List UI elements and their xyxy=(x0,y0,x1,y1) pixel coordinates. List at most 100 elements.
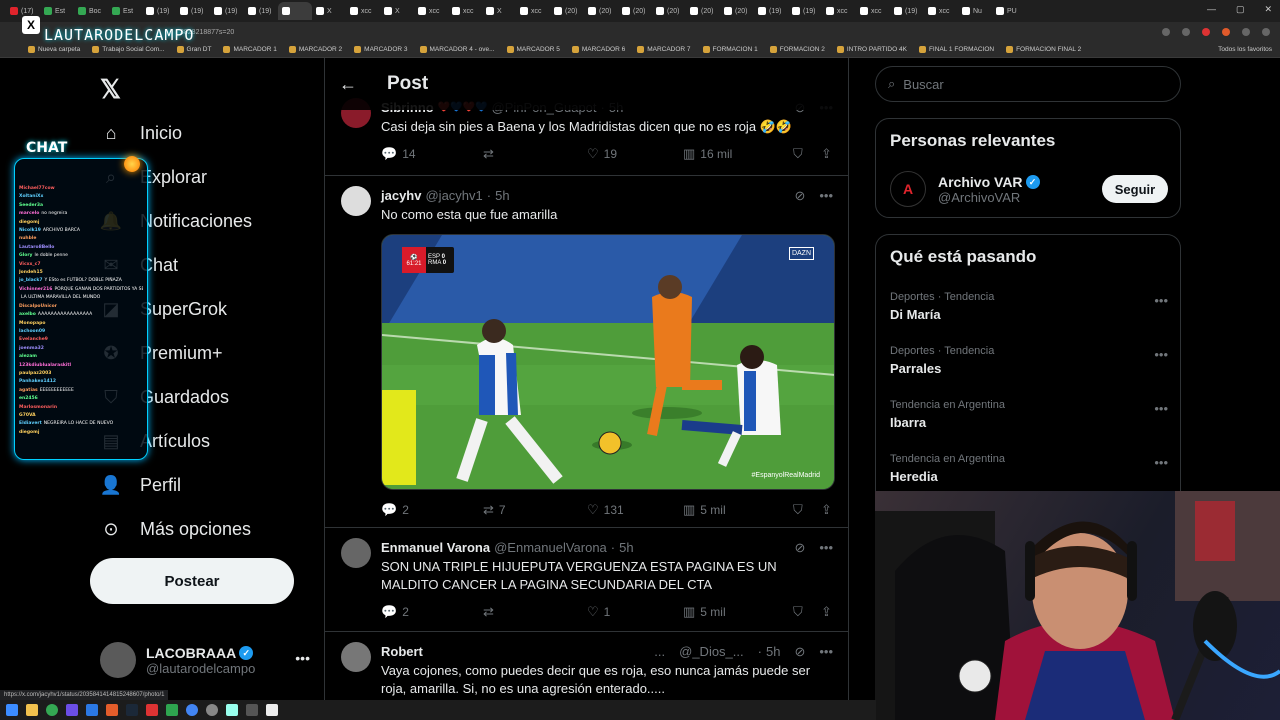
browser-tab[interactable]: (20) xyxy=(550,2,584,20)
extension-icon[interactable] xyxy=(1242,28,1250,36)
reply-button[interactable]: 💬 2 xyxy=(381,502,483,518)
tweet-author-name[interactable]: jacyhv xyxy=(381,188,421,203)
nav-item-inicio[interactable]: ⌂ Inicio xyxy=(100,122,182,144)
grok-icon[interactable]: ⊘ xyxy=(794,188,805,204)
app-icon[interactable] xyxy=(86,704,98,716)
avatar[interactable] xyxy=(341,642,371,672)
browser-tab[interactable]: xcc xyxy=(516,2,550,20)
trend-item[interactable]: Tendencia en Argentina Heredia ••• xyxy=(890,453,1168,484)
search-box[interactable]: ⌕ xyxy=(875,66,1181,102)
browser-tab[interactable]: xcc xyxy=(346,2,380,20)
browser-tab[interactable]: (20) xyxy=(584,2,618,20)
bookmark-item[interactable]: MARCADOR 6 xyxy=(571,46,625,53)
grok-icon[interactable]: ⊘ xyxy=(794,644,805,660)
tweet-author-handle[interactable]: @jacyhv1 xyxy=(425,188,482,203)
tweet-media-image[interactable]: ⚽ 61:21 ESP 0 RMA 0 DAZN #EspanyolRealMa… xyxy=(381,234,835,490)
all-bookmarks-link[interactable]: Todos los favoritos xyxy=(1218,46,1272,53)
browser-tab[interactable]: xcc xyxy=(856,2,890,20)
app-icon[interactable] xyxy=(66,704,78,716)
browser-tab[interactable]: (19) xyxy=(244,2,278,20)
more-dots-icon[interactable]: ••• xyxy=(295,650,310,666)
account-switcher[interactable]: LACOBRAAA ✓ @lautarodelcampo ••• xyxy=(100,642,310,678)
bookmark-item[interactable]: FORMACION 1 xyxy=(702,46,758,53)
bookmark-button[interactable]: ⛉ xyxy=(793,502,821,518)
app-icon[interactable] xyxy=(226,704,238,716)
post-button[interactable]: Postear xyxy=(90,558,294,604)
tweet-time[interactable]: 5h xyxy=(619,540,633,555)
extension-icon[interactable] xyxy=(1162,28,1170,36)
browser-tab[interactable]: (20) xyxy=(618,2,652,20)
bookmark-item[interactable]: Gran DT xyxy=(176,46,211,53)
browser-tab[interactable]: (19) xyxy=(754,2,788,20)
trend-item[interactable]: Deportes · Tendencia Parrales ••• xyxy=(890,345,1168,376)
tweet-author-handle[interactable]: @EnmanuelVarona xyxy=(494,540,607,555)
bookmark-item[interactable]: FORMACION FINAL 2 xyxy=(1006,46,1081,53)
bookmark-item[interactable]: MARCADOR 2 xyxy=(288,46,342,53)
back-arrow-icon[interactable]: ← xyxy=(339,74,359,95)
browser-tab[interactable]: (19) xyxy=(210,2,244,20)
app-icon[interactable] xyxy=(106,704,118,716)
browser-tab[interactable]: X xyxy=(312,2,346,20)
file-explorer-icon[interactable] xyxy=(26,704,38,716)
more-dots-icon[interactable]: ••• xyxy=(819,188,833,204)
browser-tab[interactable]: xcc xyxy=(924,2,958,20)
bookmark-item[interactable]: Nueva carpeta xyxy=(28,46,80,53)
views-button[interactable]: ▥ 5 mil xyxy=(683,604,793,620)
like-button[interactable]: ♡ 1 xyxy=(587,604,683,620)
search-input[interactable] xyxy=(903,76,1144,92)
extension-icon[interactable] xyxy=(1202,28,1210,36)
browser-tab[interactable]: (19) xyxy=(142,2,176,20)
archivo-var-avatar-icon[interactable]: A xyxy=(890,171,926,207)
browser-tab[interactable]: (19) xyxy=(176,2,210,20)
more-dots-icon[interactable]: ••• xyxy=(819,540,833,556)
grok-icon[interactable]: ⊘ xyxy=(794,540,805,556)
more-dots-icon[interactable]: ••• xyxy=(1154,401,1168,416)
avatar[interactable] xyxy=(341,186,371,216)
bookmark-item[interactable]: MARCADOR 3 xyxy=(354,46,408,53)
chrome-icon[interactable] xyxy=(46,704,58,716)
share-button[interactable]: ⇪ xyxy=(821,604,832,620)
retweet-button[interactable]: ⇄ xyxy=(483,146,587,162)
extension-icon[interactable] xyxy=(1222,28,1230,36)
browser-tab[interactable]: xcc xyxy=(414,2,448,20)
browser-tab[interactable]: (19) xyxy=(890,2,924,20)
nav-item-perfil[interactable]: 👤 Perfil xyxy=(100,474,181,496)
reply-tweet[interactable]: jacyhv @jacyhv1 · 5h ⊘ ••• No como esta q… xyxy=(325,176,848,528)
reply-button[interactable]: 💬 14 xyxy=(381,146,483,162)
tweet-time[interactable]: 5h xyxy=(766,644,780,660)
reply-button[interactable]: 💬 2 xyxy=(381,604,483,620)
browser-tab[interactable]: Est xyxy=(40,2,74,20)
share-button[interactable]: ⇪ xyxy=(821,146,832,162)
app-icon[interactable] xyxy=(246,704,258,716)
tweet-author-handle[interactable]: @_Dios_... xyxy=(679,644,744,660)
extension-icon[interactable] xyxy=(1182,28,1190,36)
browser-tab[interactable]: X xyxy=(482,2,516,20)
share-button[interactable]: ⇪ xyxy=(821,502,832,518)
bookmark-item[interactable]: FORMACION 2 xyxy=(769,46,825,53)
app-icon[interactable] xyxy=(166,704,178,716)
follow-button[interactable]: Seguir xyxy=(1102,175,1168,203)
app-icon[interactable] xyxy=(146,704,158,716)
tweet-author-name[interactable]: Enmanuel Varona xyxy=(381,540,490,555)
relevant-person[interactable]: A Archivo VAR ✓ @ArchivoVAR Seguir xyxy=(890,171,1168,207)
app-icon[interactable] xyxy=(206,704,218,716)
tweet-author-name[interactable]: Robert xyxy=(381,644,423,659)
views-button[interactable]: ▥ 5 mil xyxy=(683,502,793,518)
nav-item-m-s-opciones[interactable]: ⊙ Más opciones xyxy=(100,518,251,540)
retweet-button[interactable]: ⇄ xyxy=(483,604,587,620)
tweet-time[interactable]: 5h xyxy=(495,188,509,203)
browser-tab[interactable]: (19) xyxy=(788,2,822,20)
bookmark-button[interactable]: ⛉ xyxy=(793,604,821,620)
browser-tab[interactable]: xcc xyxy=(448,2,482,20)
bookmark-item[interactable]: MARCADOR 1 xyxy=(223,46,277,53)
person-handle[interactable]: @ArchivoVAR xyxy=(938,190,1040,205)
bookmark-item[interactable]: MARCADOR 7 xyxy=(637,46,691,53)
browser-tab[interactable]: Boc xyxy=(74,2,108,20)
avatar[interactable] xyxy=(341,538,371,568)
bookmark-item[interactable]: MARCADOR 4 - ove... xyxy=(419,46,495,53)
browser-tab[interactable]: (20) xyxy=(720,2,754,20)
browser-tab[interactable]: Nu xyxy=(958,2,992,20)
more-dots-icon[interactable]: ••• xyxy=(1154,293,1168,308)
minimize-icon[interactable]: — xyxy=(1207,4,1216,15)
browser-tab[interactable]: (20) xyxy=(686,2,720,20)
